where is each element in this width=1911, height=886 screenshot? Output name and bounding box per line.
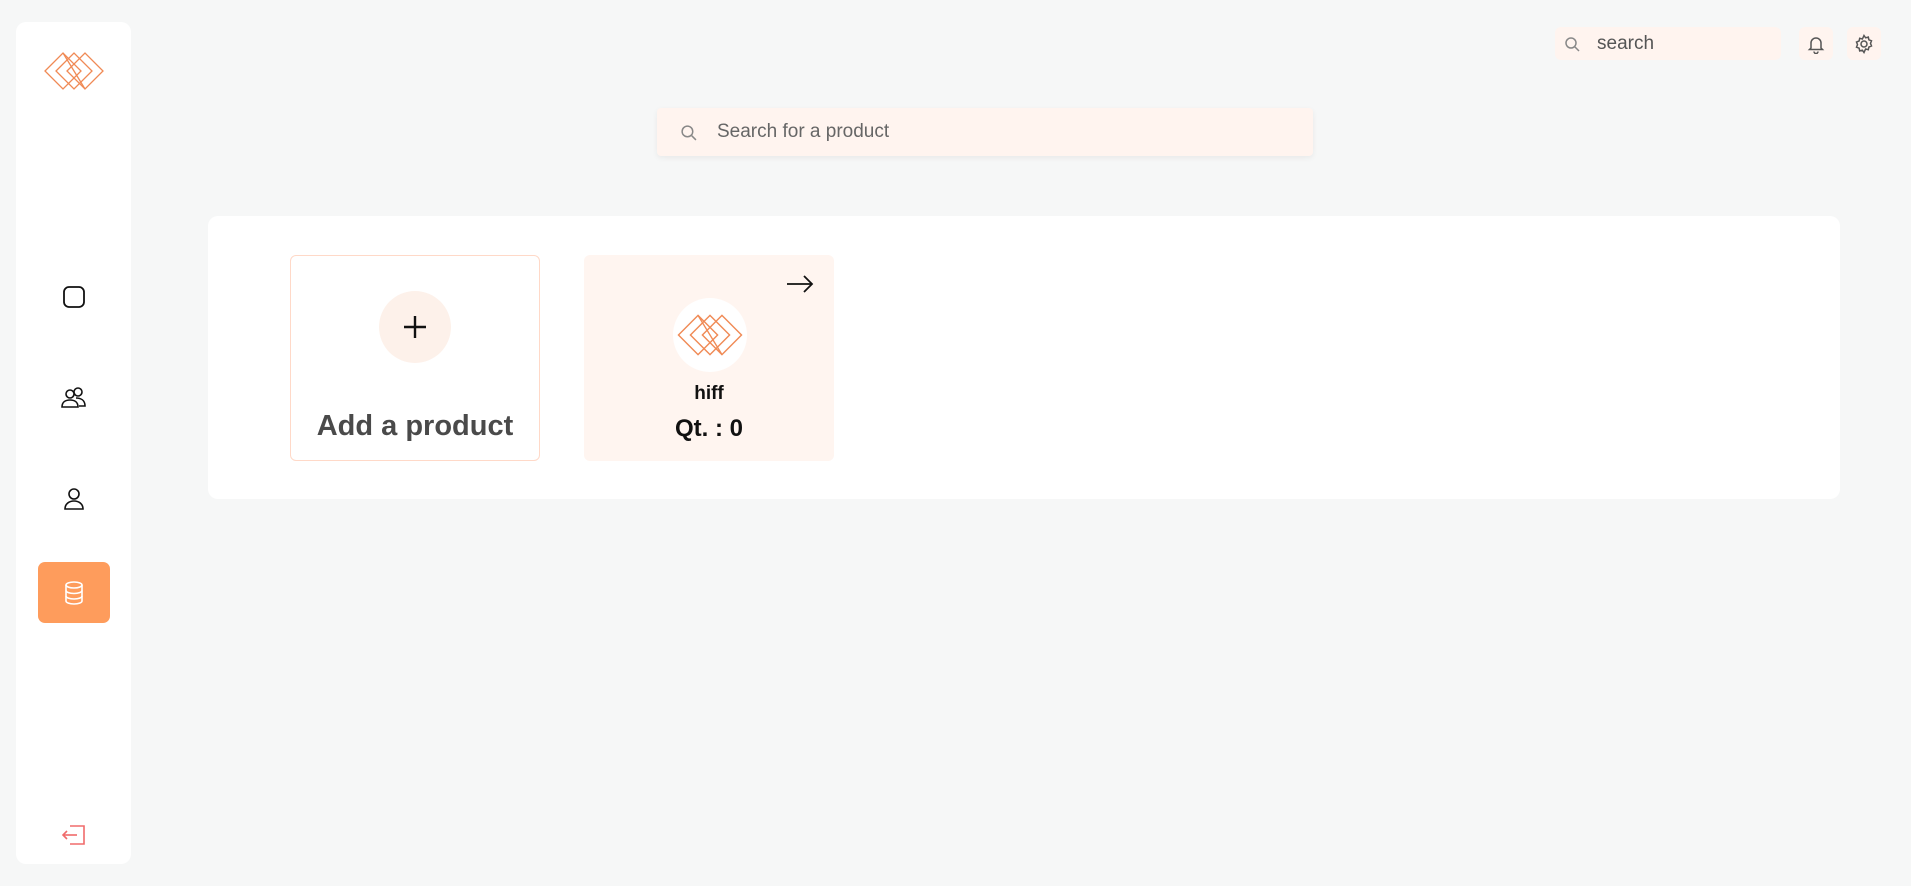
search-icon — [1555, 36, 1589, 52]
gear-icon — [1855, 33, 1873, 54]
arrow-right-icon[interactable] — [784, 271, 816, 297]
sidebar-item-users[interactable] — [38, 367, 110, 428]
product-search-input[interactable] — [713, 121, 1293, 143]
product-image — [673, 298, 747, 372]
add-product-card[interactable]: Add a product — [290, 255, 540, 461]
search-icon — [657, 124, 713, 141]
sidebar-item-profile[interactable] — [38, 468, 110, 529]
user-icon — [64, 487, 84, 510]
bell-icon — [1807, 36, 1825, 54]
sidebar-item-dashboard[interactable] — [38, 266, 110, 327]
product-search[interactable] — [657, 108, 1313, 156]
brand-logo[interactable] — [42, 48, 106, 94]
logout-button[interactable] — [58, 820, 90, 850]
sidebar — [16, 22, 131, 864]
users-icon — [61, 386, 86, 408]
settings-button[interactable] — [1847, 27, 1881, 60]
product-card[interactable]: hiff Qt. : 0 — [584, 255, 834, 461]
product-quantity: Qt. : 0 — [674, 415, 743, 442]
sidebar-item-products[interactable] — [38, 562, 110, 623]
square-icon — [63, 285, 85, 308]
plus-icon — [404, 316, 426, 338]
product-name: hiff — [694, 383, 724, 404]
header-search[interactable] — [1555, 27, 1781, 60]
products-panel: Add a product hiff Qt. : 0 — [208, 216, 1840, 499]
header-search-input[interactable] — [1589, 32, 1769, 55]
database-icon — [65, 580, 83, 605]
add-button[interactable] — [379, 291, 451, 363]
add-product-label: Add a product — [316, 410, 514, 442]
logout-icon — [61, 825, 85, 845]
notifications-button[interactable] — [1799, 27, 1833, 60]
